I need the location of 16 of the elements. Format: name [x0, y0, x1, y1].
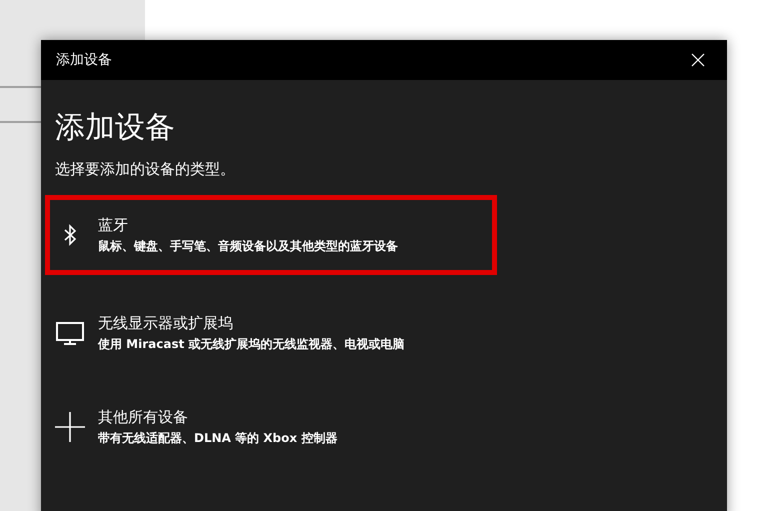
- window-title: 添加设备: [56, 51, 112, 69]
- option-description: 使用 Miracast 或无线扩展坞的无线监视器、电视或电脑: [98, 336, 405, 352]
- device-option[interactable]: 蓝牙 鼠标、键盘、手写笔、音频设备以及其他类型的蓝牙设备: [45, 195, 497, 275]
- dialog-subtitle: 选择要添加的设备的类型。: [54, 160, 236, 179]
- option-description: 带有无线适配器、DLNA 等的 Xbox 控制器: [98, 430, 338, 446]
- plus-icon: [55, 412, 85, 442]
- option-title: 无线显示器或扩展坞: [98, 314, 234, 332]
- monitor-icon: [56, 322, 84, 344]
- option-description: 鼠标、键盘、手写笔、音频设备以及其他类型的蓝牙设备: [98, 238, 398, 254]
- close-icon: [691, 53, 705, 67]
- option-title: 蓝牙: [98, 216, 129, 234]
- device-option[interactable]: 无线显示器或扩展坞 使用 Miracast 或无线扩展坞的无线监视器、电视或电脑: [45, 293, 497, 373]
- device-option[interactable]: 其他所有设备 带有无线适配器、DLNA 等的 Xbox 控制器: [45, 387, 497, 467]
- bluetooth-icon: [62, 224, 78, 246]
- option-title: 其他所有设备: [98, 408, 189, 426]
- dialog-heading: 添加设备: [54, 109, 176, 147]
